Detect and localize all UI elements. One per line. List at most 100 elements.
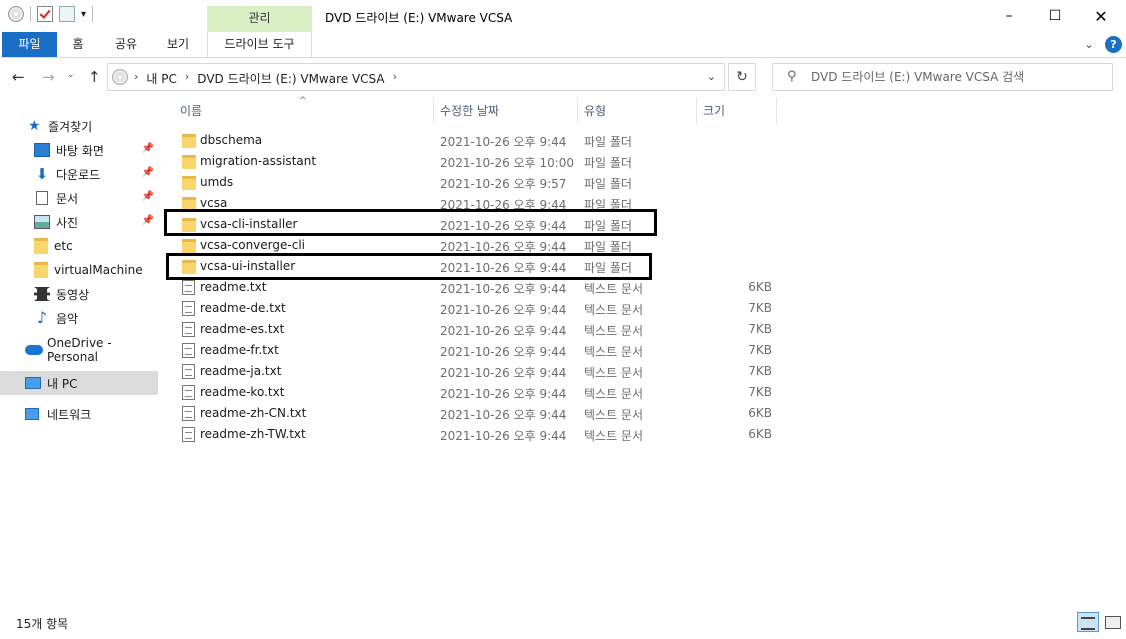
search-box[interactable]: ⚲ — [772, 63, 1113, 91]
search-input[interactable] — [811, 65, 1101, 89]
desktop-icon — [34, 143, 50, 157]
maximize-button[interactable]: ☐ — [1032, 0, 1078, 32]
status-bar: 15개 항목 — [0, 606, 1126, 639]
breadcrumb-my-pc[interactable]: 내 PC — [146, 70, 176, 87]
tab-share[interactable]: 공유 — [104, 32, 148, 57]
document-icon — [36, 191, 48, 205]
tab-drive-tools[interactable]: 드라이브 도구 — [207, 32, 312, 57]
pictures-icon — [34, 215, 50, 229]
back-button[interactable]: ← — [12, 68, 25, 86]
table-row[interactable]: readme.txt 2021-10-26 오후 9:44 텍스트 문서 6KB — [174, 277, 778, 298]
file-name: readme-de.txt — [200, 301, 286, 315]
item-count: 15개 항목 — [16, 617, 69, 631]
address-row: ← → ⌄ ↑ › 내 PC › DVD 드라이브 (E:) VMware VC… — [0, 58, 1126, 98]
drive-disc-icon — [8, 6, 24, 22]
address-bar[interactable]: › 내 PC › DVD 드라이브 (E:) VMware VCSA › ⌄ — [107, 63, 725, 91]
sidebar-item-onedrive[interactable]: OneDrive - Personal — [0, 336, 158, 364]
highlight-box — [164, 209, 657, 236]
table-row[interactable]: readme-zh-TW.txt 2021-10-26 오후 9:44 텍스트 문서… — [174, 424, 778, 445]
sidebar-item-label: 다운로드 — [56, 167, 101, 182]
folder-icon — [182, 134, 196, 148]
column-header-size[interactable]: 크기 — [697, 98, 777, 124]
properties-icon[interactable] — [37, 6, 53, 22]
column-header-type[interactable]: 유형 — [578, 98, 697, 124]
table-row[interactable]: dbschema 2021-10-26 오후 9:44 파일 폴더 — [174, 130, 778, 151]
sidebar-item-music[interactable]: ♪ 음악 — [0, 306, 158, 330]
folder-icon — [182, 239, 196, 253]
help-button[interactable]: ? — [1105, 36, 1122, 53]
file-date: 2021-10-26 오후 9:44 — [440, 345, 567, 359]
sidebar-item-pictures[interactable]: 사진 📌 — [0, 210, 158, 234]
breadcrumb-separator-icon[interactable]: › — [393, 70, 397, 87]
tab-manage[interactable]: 관리 — [207, 6, 312, 32]
breadcrumb-separator-icon[interactable]: › — [134, 70, 138, 87]
breadcrumb-separator-icon[interactable]: › — [185, 70, 189, 87]
file-name: readme-fr.txt — [200, 343, 279, 357]
sidebar-item-videos[interactable]: 동영상 — [0, 282, 158, 306]
sidebar-item-desktop[interactable]: 바탕 화면 📌 — [0, 138, 158, 162]
sidebar-item-my-pc[interactable]: 내 PC — [0, 371, 158, 395]
video-icon — [34, 287, 50, 301]
close-button[interactable]: ✕ — [1078, 0, 1124, 32]
table-row[interactable]: readme-fr.txt 2021-10-26 오후 9:44 텍스트 문서 7KB — [174, 340, 778, 361]
file-size: 6KB — [748, 427, 772, 441]
column-header-date[interactable]: 수정한 날짜 — [434, 98, 578, 124]
table-row[interactable]: readme-de.txt 2021-10-26 오후 9:44 텍스트 문서 7KB — [174, 298, 778, 319]
pin-icon[interactable]: 📌 — [142, 215, 154, 226]
column-header-name[interactable]: 이름 — [174, 98, 434, 124]
toolbar-divider — [30, 6, 31, 22]
breadcrumb-dvd-drive[interactable]: DVD 드라이브 (E:) VMware VCSA — [197, 70, 384, 87]
file-date: 2021-10-26 오후 9:57 — [440, 177, 567, 191]
tab-file[interactable]: 파일 — [2, 32, 57, 57]
refresh-button[interactable]: ↻ — [728, 63, 756, 91]
text-file-icon — [182, 322, 195, 337]
file-type: 텍스트 문서 — [584, 387, 644, 401]
details-view-icon[interactable] — [1077, 612, 1099, 632]
pin-icon[interactable]: 📌 — [142, 167, 154, 178]
sidebar-item-downloads[interactable]: ⬇ 다운로드 📌 — [0, 162, 158, 186]
table-row[interactable]: readme-ja.txt 2021-10-26 오후 9:44 텍스트 문서 7KB — [174, 361, 778, 382]
file-date: 2021-10-26 오후 9:44 — [440, 387, 567, 401]
sidebar-item-network[interactable]: 네트워크 — [0, 402, 158, 426]
sidebar-item-label: virtualMachine — [54, 263, 143, 277]
forward-button[interactable]: → — [42, 68, 55, 86]
sidebar-item-label: 즐겨찾기 — [48, 119, 93, 134]
file-date: 2021-10-26 오후 9:44 — [440, 324, 567, 338]
ribbon-tabs: 파일 홈 공유 보기 드라이브 도구 ⌄ ? — [0, 32, 1126, 58]
minimize-button[interactable]: – — [986, 0, 1032, 32]
sidebar-item-etc[interactable]: etc — [0, 234, 158, 258]
breadcrumb: › 내 PC › DVD 드라이브 (E:) VMware VCSA › — [134, 70, 397, 87]
table-row[interactable]: readme-zh-CN.txt 2021-10-26 오후 9:44 텍스트 문서… — [174, 403, 778, 424]
file-name: readme-es.txt — [200, 322, 285, 336]
new-folder-icon[interactable] — [59, 6, 75, 22]
pin-icon[interactable]: 📌 — [142, 191, 154, 202]
sidebar-item-documents[interactable]: 문서 📌 — [0, 186, 158, 210]
text-file-icon — [182, 406, 195, 421]
expand-ribbon-chevron-icon[interactable]: ⌄ — [1084, 37, 1094, 51]
tab-view[interactable]: 보기 — [156, 32, 200, 57]
up-button[interactable]: ↑ — [88, 68, 101, 86]
sidebar-item-label: 음악 — [56, 311, 79, 326]
table-row[interactable]: readme-ko.txt 2021-10-26 오후 9:44 텍스트 문서 7KB — [174, 382, 778, 403]
recent-locations-chevron-icon[interactable]: ⌄ — [67, 70, 75, 80]
file-date: 2021-10-26 오후 9:44 — [440, 303, 567, 317]
tab-home[interactable]: 홈 — [60, 32, 96, 57]
address-history-dropdown-icon[interactable]: ⌄ — [707, 70, 716, 83]
highlight-box — [166, 253, 652, 280]
table-row[interactable]: umds 2021-10-26 오후 9:57 파일 폴더 — [174, 172, 778, 193]
table-row[interactable]: readme-es.txt 2021-10-26 오후 9:44 텍스트 문서 7KB — [174, 319, 778, 340]
file-name: readme-zh-TW.txt — [200, 427, 306, 441]
sidebar-item-virtualmachine[interactable]: virtualMachine — [0, 258, 158, 282]
pin-icon[interactable]: 📌 — [142, 143, 154, 154]
text-file-icon — [182, 364, 195, 379]
table-row[interactable]: migration-assistant 2021-10-26 오후 10:00 파일… — [174, 151, 778, 172]
folder-icon — [182, 176, 196, 190]
sidebar-item-favorites[interactable]: ★ 즐겨찾기 — [0, 114, 158, 138]
folder-icon — [34, 262, 48, 278]
customize-toolbar-dropdown-icon[interactable]: ▾ — [81, 9, 86, 20]
text-file-icon — [182, 280, 195, 295]
file-date: 2021-10-26 오후 9:44 — [440, 135, 567, 149]
file-name: readme-ja.txt — [200, 364, 282, 378]
file-size: 7KB — [748, 385, 772, 399]
large-icons-view-icon[interactable] — [1101, 612, 1123, 632]
